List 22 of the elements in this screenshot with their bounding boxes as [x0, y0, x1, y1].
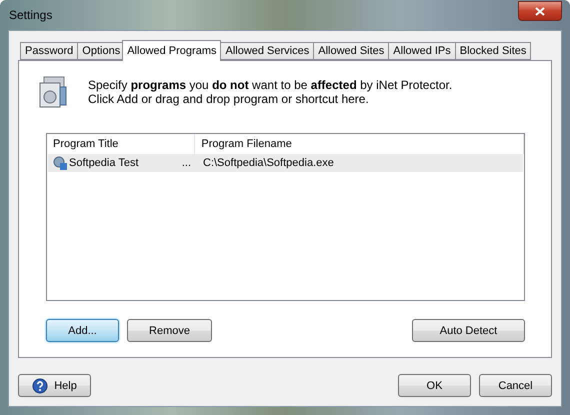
- tab[interactable]: Allowed Programs: [122, 40, 222, 61]
- tab[interactable]: Allowed Sites: [313, 42, 390, 60]
- close-icon: [535, 6, 545, 16]
- list-button[interactable]: Remove: [127, 319, 212, 342]
- tab[interactable]: Password: [20, 42, 78, 60]
- tab[interactable]: Allowed Services: [220, 42, 314, 60]
- dialog-button[interactable]: OK: [398, 374, 471, 397]
- program-title: Softpedia Test: [69, 157, 139, 169]
- browse-ellipsis[interactable]: ...: [182, 157, 191, 169]
- window-title: Settings: [9, 8, 52, 22]
- program-filename: C:\Softpedia\Softpedia.exe: [202, 157, 334, 169]
- instruction-text: Click Add or drag and drop program or shortcut here.: [88, 92, 370, 106]
- help-icon: [32, 378, 48, 394]
- auto-detect-button[interactable]: Auto Detect: [412, 319, 525, 342]
- close-button[interactable]: [518, 1, 562, 21]
- list-row[interactable]: Softpedia Test ... C:\Softpedia\Softpedia.exe: [48, 154, 523, 172]
- instruction-text: Specify programs you do not want to be affected by iNet Protector.: [88, 78, 452, 92]
- dialog-button[interactable]: Cancel: [479, 374, 552, 397]
- list-button[interactable]: Add...: [46, 319, 119, 342]
- help-button[interactable]: Help: [18, 374, 91, 397]
- tab[interactable]: Blocked Sites: [454, 42, 532, 60]
- tab[interactable]: Allowed IPs: [388, 42, 456, 60]
